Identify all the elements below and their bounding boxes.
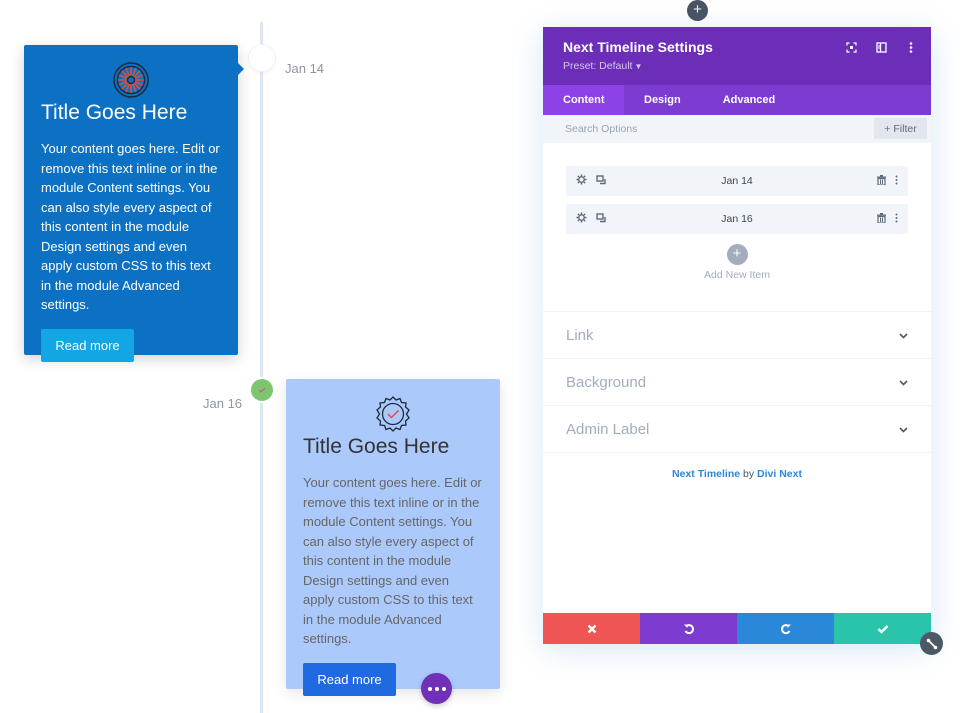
chevron-down-icon — [899, 326, 908, 344]
wheel-icon — [113, 62, 149, 98]
timeline-node-2 — [249, 377, 275, 403]
dot — [427, 686, 432, 691]
cancel-button[interactable] — [543, 613, 640, 644]
preset-selector[interactable]: Preset: Default ▼ — [563, 60, 642, 72]
split-view-icon[interactable] — [875, 41, 887, 53]
add-new-item-label: Add New Item — [704, 269, 770, 281]
plus-icon: + — [726, 244, 748, 265]
add-new-item-button[interactable]: + Add New Item — [566, 244, 908, 281]
plugin-credit: Next Timeline by Divi Next — [543, 468, 931, 480]
gear-icon[interactable] — [576, 210, 587, 228]
page: Jan 14 Jan 16 Title Goes Here Your conte… — [0, 0, 960, 713]
card-title: Title Goes Here — [303, 435, 450, 458]
resize-handle[interactable] — [920, 632, 943, 655]
timeline-card-2[interactable]: Title Goes Here Your content goes here. … — [286, 379, 500, 696]
redo-icon — [780, 623, 791, 634]
more-options-icon[interactable] — [905, 41, 917, 53]
settings-panel: Next Timeline Settings Preset: Default ▼ … — [543, 27, 931, 644]
section-label: Admin Label — [566, 420, 650, 438]
chevron-down-icon — [899, 420, 908, 438]
tab-design[interactable]: Design — [624, 85, 703, 115]
list-item[interactable]: Jan 14 — [566, 166, 908, 196]
item-label: Jan 16 — [721, 213, 753, 225]
section-background[interactable]: Background — [543, 359, 931, 406]
section-link[interactable]: Link — [543, 312, 931, 359]
items-list: Jan 14 Jan 16 + Add New Item — [543, 143, 931, 312]
chevron-down-icon — [899, 373, 908, 391]
item-label: Jan 14 — [721, 175, 753, 187]
duplicate-icon[interactable] — [596, 210, 607, 228]
filter-label: Filter — [893, 122, 917, 135]
filter-button[interactable]: + Filter — [874, 118, 927, 139]
timeline-date-1: Jan 14 — [285, 61, 325, 76]
tab-content[interactable]: Content — [543, 85, 624, 115]
product-link[interactable]: Next Timeline — [672, 468, 740, 480]
card-body: Your content goes here. Edit or remove t… — [41, 141, 220, 312]
duplicate-icon[interactable] — [596, 172, 607, 190]
section-admin-label[interactable]: Admin Label — [543, 406, 931, 453]
panel-footer — [543, 613, 931, 644]
preset-label: Preset: Default — [563, 60, 633, 72]
read-more-button[interactable]: Read more — [303, 662, 396, 696]
timeline-node-1 — [248, 44, 276, 72]
plus-icon: + — [884, 122, 891, 135]
card-body: Your content goes here. Edit or remove t… — [303, 475, 482, 646]
section-label: Background — [566, 373, 647, 391]
section-label: Link — [566, 326, 594, 344]
trash-icon[interactable] — [877, 172, 886, 190]
panel-tabs: Content Design Advanced — [543, 85, 931, 115]
read-more-button[interactable]: Read more — [41, 328, 134, 362]
timeline-card-1[interactable]: Title Goes Here Your content goes here. … — [24, 45, 244, 362]
search-bar: +Filter — [543, 115, 931, 143]
more-options-icon[interactable] — [895, 172, 898, 190]
add-module-button[interactable]: + — [687, 0, 708, 21]
caret-down-icon: ▼ — [634, 62, 643, 71]
panel-header: Next Timeline Settings Preset: Default ▼ — [543, 27, 931, 85]
focus-icon[interactable] — [845, 41, 857, 53]
credit-by: by — [740, 468, 758, 480]
save-button[interactable] — [834, 613, 931, 644]
gear-icon[interactable] — [576, 172, 587, 190]
close-icon — [587, 624, 596, 633]
search-options-input[interactable] — [543, 115, 863, 143]
more-options-icon[interactable] — [895, 210, 898, 228]
tab-advanced[interactable]: Advanced — [703, 85, 796, 115]
dot — [441, 686, 446, 691]
resize-icon — [926, 638, 937, 649]
dot — [434, 686, 439, 691]
check-icon — [877, 624, 888, 634]
module-more-button[interactable] — [421, 673, 452, 704]
vendor-link[interactable]: Divi Next — [757, 468, 802, 480]
undo-icon — [683, 623, 694, 634]
trash-icon[interactable] — [877, 210, 886, 228]
timeline-date-2: Jan 16 — [203, 396, 243, 411]
redo-button[interactable] — [737, 613, 834, 644]
timeline-line — [260, 22, 263, 713]
undo-button[interactable] — [640, 613, 737, 644]
list-item[interactable]: Jan 16 — [566, 204, 908, 234]
card-title: Title Goes Here — [41, 101, 188, 124]
badge-check-icon — [376, 396, 410, 432]
check-icon — [251, 379, 273, 401]
